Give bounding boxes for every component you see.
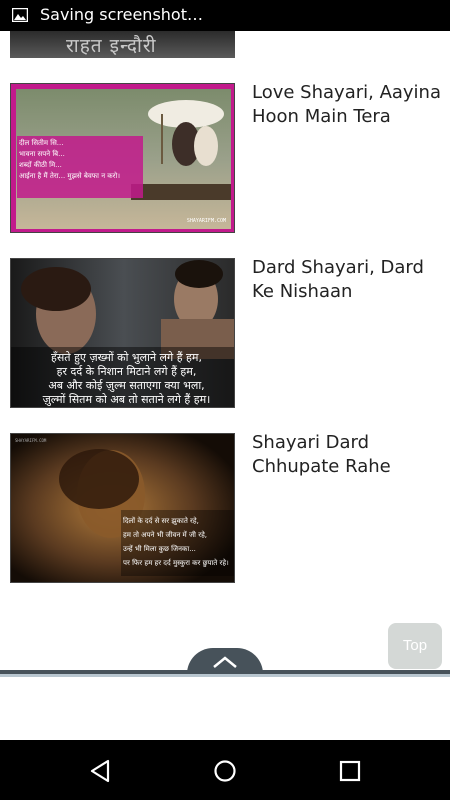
bottom-dock [0,648,450,740]
list-item[interactable]: हँसते हुए ज़ख्मों को भुलाने लगे हैं हम, … [10,256,450,410]
thumbnail-text-line: भावना सपने बि... [19,150,65,158]
thumbnail-text-line: हँसते हुए ज़ख्मों को भुलाने लगे हैं हम, [51,351,202,364]
navigation-bar [0,740,450,800]
post-thumbnail[interactable]: दील सितीम सि... भावना सपने बि... शब्दों … [10,83,235,233]
thumbnail-watermark: SHAYARIFM.COM [186,218,226,224]
post-title[interactable]: Shayari Dard Chhupate Rahe [252,431,447,479]
thumbnail-text-line: उन्हें भी मिला कुछ जिनका... [123,545,196,553]
post-thumbnail[interactable]: हँसते हुए ज़ख्मों को भुलाने लगे हैं हम, … [10,258,235,408]
list-item[interactable]: दिलों के दर्द से सर झुकाते रहे, हम तो अप… [10,431,450,585]
recents-square-icon[interactable] [337,758,363,784]
thumbnail-text-line: हर दर्द के निशान मिटाने लगे हैं हम, [56,365,197,378]
back-triangle-icon[interactable] [88,758,114,784]
thumbnail-text-line: पर फिर हम हर दर्द मुस्कुरा कर छुपाते रहे… [123,559,229,567]
post-title[interactable]: Dard Shayari, Dard Ke Nishaan [252,256,447,304]
thumbnail-text-line: शब्दों कीठी मि... [19,161,62,169]
thumbnail-text-line: दिलों के दर्द से सर झुकाते रहे, [123,517,199,525]
home-circle-icon[interactable] [212,758,238,784]
notification-text: Saving screenshot… [40,5,203,24]
thumbnail-text-line: ज़ुल्मों सितम को अब तो सताने लगे हैं हम। [42,393,211,406]
post-thumbnail[interactable]: दिलों के दर्द से सर झुकाते रहे, हम तो अप… [10,433,235,583]
status-bar: Saving screenshot… [0,0,450,31]
partial-thumbnail[interactable]: राहत इन्दौरी [10,31,235,58]
scroll-top-button[interactable]: Top [388,623,442,669]
thumbnail-text-line: अब और कोई ज़ुल्म सताएगा क्या भला, [48,379,205,392]
post-title[interactable]: Love Shayari, Aayina Hoon Main Tera [252,81,447,129]
thumbnail-caption: राहत इन्दौरी [66,35,157,57]
image-icon [12,8,28,22]
thumbnail-text-line: हम तो अपने भी जीवन में जी रहे, [123,531,208,539]
chevron-up-icon [213,656,237,668]
dock-divider-accent [0,674,450,677]
list-item[interactable]: दील सितीम सि... भावना सपने बि... शब्दों … [10,81,450,235]
post-list[interactable]: राहत इन्दौरी दील सितीम सि... भावना सपने … [0,31,450,670]
thumbnail-text-line: दील सितीम सि... [19,139,64,147]
dock-expand-tab[interactable] [187,648,263,674]
thumbnail-watermark: SHAYARIFM.COM [15,438,47,443]
thumbnail-text-line: आईना है मैं तेरा... मुझसे बेवफा न करो। [19,172,121,180]
